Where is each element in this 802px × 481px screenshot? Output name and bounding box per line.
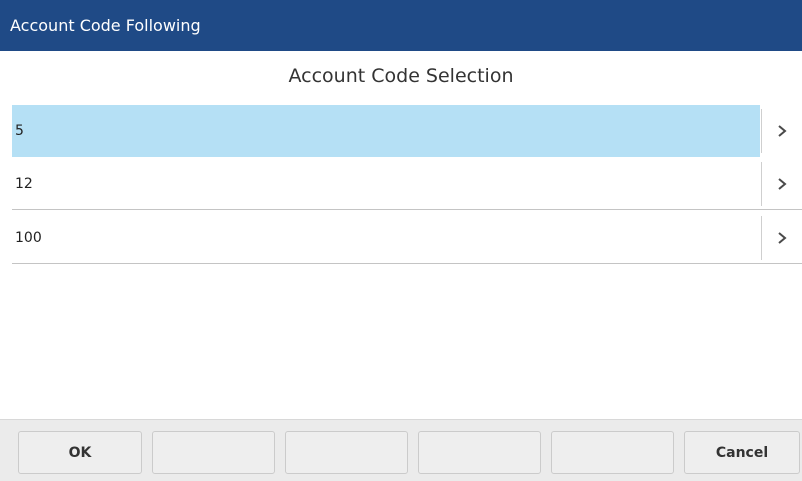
account-code-screen: Account Code Following Account Code Sele…: [0, 0, 802, 481]
list-item-label: 12: [15, 176, 33, 192]
list-item-5[interactable]: 5: [12, 105, 802, 157]
ok-softkey[interactable]: OK: [18, 431, 142, 474]
softkey-5[interactable]: [551, 431, 674, 474]
list-item-label: 100: [15, 230, 42, 246]
softkey-4[interactable]: [418, 431, 541, 474]
page-title: Account Code Selection: [288, 65, 514, 87]
chevron-right-icon: [778, 178, 787, 190]
title-bar: Account Code Following: [0, 0, 802, 51]
chevron-right-icon: [778, 232, 787, 244]
list-item-12[interactable]: 12: [12, 158, 802, 210]
softkey-bar: OK Cancel: [0, 419, 802, 481]
softkey-2[interactable]: [152, 431, 275, 474]
chevron-right-icon: [778, 125, 787, 137]
list-item-arrow-button[interactable]: [761, 162, 802, 206]
softkey-3[interactable]: [285, 431, 408, 474]
list-item-100[interactable]: 100: [12, 212, 802, 264]
cancel-softkey[interactable]: Cancel: [684, 431, 800, 474]
list-item-label: 5: [12, 105, 760, 157]
list-item-arrow-button[interactable]: [761, 216, 802, 260]
list-item-arrow-button[interactable]: [761, 109, 802, 153]
